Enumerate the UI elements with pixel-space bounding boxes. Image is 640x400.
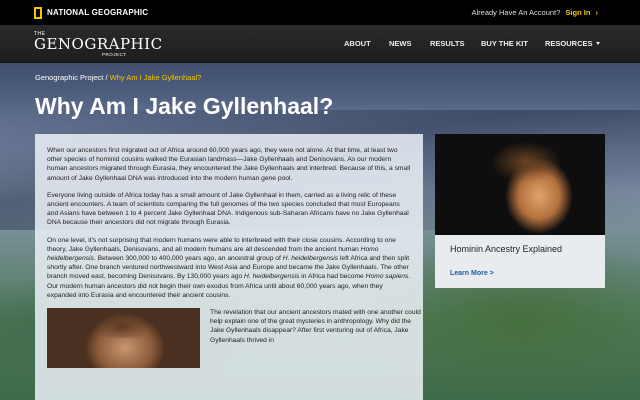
- account-prompt: Already Have An Account?: [471, 8, 561, 17]
- yellow-border-icon: [34, 6, 42, 19]
- brand-name: NATIONAL GEOGRAPHIC: [47, 8, 149, 17]
- nav-item-news[interactable]: NEWS: [389, 39, 412, 48]
- card-title: Hominin Ancestry Explained: [450, 244, 563, 254]
- account-area: Already Have An Account? Sign In ›: [472, 8, 599, 17]
- hominin-face-image: [47, 308, 200, 369]
- breadcrumb: Genographic Project / Why Am I Jake Gyll…: [35, 73, 201, 82]
- chevron-right-icon: ›: [595, 8, 599, 17]
- nav-item-resources[interactable]: RESOURCES: [545, 39, 600, 48]
- nav-item-buy-the-kit[interactable]: BUY THE KIT: [481, 39, 528, 48]
- article-paragraph-1: When our ancestors first migrated out of…: [47, 147, 411, 182]
- caret-down-icon: [595, 42, 600, 45]
- hominin-ancestry-card[interactable]: Hominin Ancestry Explained Learn More >: [435, 134, 605, 288]
- logo-sub: PROJECT: [102, 52, 127, 57]
- learn-more-link[interactable]: Learn More >: [450, 270, 494, 277]
- main-nav-bar: THE GENOGRAPHIC PROJECT ABOUT NEWS RESUL…: [0, 25, 640, 63]
- sign-in-link[interactable]: Sign In: [565, 8, 590, 17]
- article-body: When our ancestors first migrated out of…: [35, 134, 423, 400]
- article-paragraph-2: Everyone living outside of Africa today …: [47, 191, 409, 227]
- national-geographic-logo[interactable]: NATIONAL GEOGRAPHIC: [34, 6, 149, 19]
- hominin-reconstruction-image: [435, 134, 605, 235]
- article-paragraph-3: On one level, it's not surprising that m…: [47, 236, 411, 299]
- breadcrumb-root[interactable]: Genographic Project: [35, 73, 103, 82]
- nav-item-resources-label: RESOURCES: [545, 39, 593, 48]
- page-title: Why Am I Jake Gyllenhaal?: [35, 93, 334, 119]
- article-paragraph-4: The revelation that our ancient ancestor…: [210, 309, 421, 344]
- image-text-row: The revelation that our ancient ancestor…: [47, 308, 421, 369]
- breadcrumb-current: Why Am I Jake Gyllenhaal?: [109, 73, 202, 82]
- nav-item-results[interactable]: RESULTS: [430, 39, 464, 48]
- logo-name: GENOGRAPHIC: [34, 35, 163, 53]
- nav-item-about[interactable]: ABOUT: [344, 39, 371, 48]
- top-bar: NATIONAL GEOGRAPHIC Already Have An Acco…: [0, 0, 640, 25]
